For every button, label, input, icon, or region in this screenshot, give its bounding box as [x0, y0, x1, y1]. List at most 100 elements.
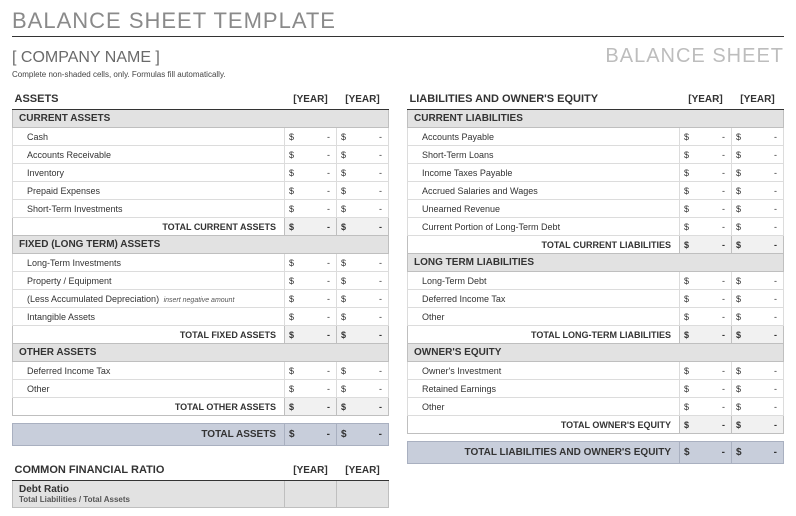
company-name[interactable]: [ COMPANY NAME ] [12, 49, 160, 67]
grand-total-label: TOTAL LIABILITIES AND OWNER'S EQUITY [408, 442, 680, 464]
amount-cell[interactable]: $- [285, 146, 337, 164]
amount-cell[interactable]: $- [732, 308, 784, 326]
line-item: Current Portion of Long-Term Debt [408, 218, 680, 236]
amount-cell[interactable]: $- [337, 182, 389, 200]
amount-cell[interactable]: $- [337, 128, 389, 146]
amount-cell[interactable]: $- [285, 128, 337, 146]
line-item: (Less Accumulated Depreciation) insert n… [13, 290, 285, 308]
amount-cell: $- [680, 236, 732, 254]
amount-cell[interactable]: $- [680, 218, 732, 236]
line-item: Deferred Income Tax [408, 290, 680, 308]
amount-cell[interactable]: $- [285, 164, 337, 182]
ratio-heading: COMMON FINANCIAL RATIO [13, 460, 285, 481]
amount-cell[interactable]: $- [680, 398, 732, 416]
amount-cell: $- [285, 398, 337, 416]
line-item: Deferred Income Tax [13, 362, 285, 380]
amount-cell[interactable]: $- [680, 182, 732, 200]
line-item: Other [408, 398, 680, 416]
instructions: Complete non-shaded cells, only. Formula… [12, 70, 784, 79]
amount-cell: $- [337, 218, 389, 236]
divider [12, 36, 784, 37]
line-item: Short-Term Investments [13, 200, 285, 218]
year-header[interactable]: [YEAR] [732, 89, 784, 110]
amount-cell[interactable]: $- [285, 290, 337, 308]
amount-cell[interactable]: $- [337, 146, 389, 164]
amount-cell[interactable]: $- [337, 290, 389, 308]
amount-cell[interactable]: $- [337, 380, 389, 398]
line-item: Owner's Investment [408, 362, 680, 380]
amount-cell[interactable]: $- [732, 146, 784, 164]
amount-cell[interactable]: $- [732, 128, 784, 146]
amount-cell[interactable]: $- [680, 308, 732, 326]
amount-cell: $- [337, 326, 389, 344]
section-heading: LIABILITIES AND OWNER'S EQUITY [408, 89, 680, 110]
amount-cell[interactable]: $- [285, 254, 337, 272]
amount-cell: $- [285, 218, 337, 236]
amount-cell: $- [732, 416, 784, 434]
ratio-item: Debt Ratio Total Liabilities / Total Ass… [13, 481, 285, 508]
subtotal-label: TOTAL OWNER'S EQUITY [408, 416, 680, 434]
amount-cell: $- [732, 236, 784, 254]
line-item: Unearned Revenue [408, 200, 680, 218]
amount-cell[interactable]: $- [680, 380, 732, 398]
amount-cell: $- [680, 326, 732, 344]
year-header[interactable]: [YEAR] [285, 460, 337, 481]
subtotal-label: TOTAL CURRENT LIABILITIES [408, 236, 680, 254]
amount-cell[interactable]: $- [285, 182, 337, 200]
amount-cell[interactable]: $- [680, 290, 732, 308]
line-item: Inventory [13, 164, 285, 182]
line-item: Accounts Payable [408, 128, 680, 146]
amount-cell[interactable]: $- [285, 380, 337, 398]
line-item: Cash [13, 128, 285, 146]
year-header[interactable]: [YEAR] [337, 460, 389, 481]
amount-cell[interactable]: $- [732, 182, 784, 200]
ratio-value[interactable] [285, 481, 337, 508]
amount-cell[interactable]: $- [680, 200, 732, 218]
amount-cell[interactable]: $- [337, 272, 389, 290]
amount-cell[interactable]: $- [680, 146, 732, 164]
amount-cell[interactable]: $- [337, 362, 389, 380]
balance-sheet-label: BALANCE SHEET [605, 45, 784, 68]
amount-cell[interactable]: $- [680, 362, 732, 380]
amount-cell[interactable]: $- [732, 164, 784, 182]
amount-cell[interactable]: $- [732, 200, 784, 218]
subtotal-label: TOTAL OTHER ASSETS [13, 398, 285, 416]
section-heading: ASSETS [13, 89, 285, 110]
line-item: Short-Term Loans [408, 146, 680, 164]
year-header[interactable]: [YEAR] [680, 89, 732, 110]
amount-cell[interactable]: $- [337, 200, 389, 218]
amount-cell: $- [285, 326, 337, 344]
subsection-header: CURRENT LIABILITIES [408, 110, 784, 128]
amount-cell[interactable]: $- [732, 380, 784, 398]
amount-cell[interactable]: $- [285, 308, 337, 326]
amount-cell[interactable]: $- [732, 398, 784, 416]
amount-cell[interactable]: $- [732, 290, 784, 308]
amount-cell[interactable]: $- [680, 272, 732, 290]
amount-cell: $- [732, 442, 784, 464]
amount-cell[interactable]: $- [285, 272, 337, 290]
amount-cell: $- [680, 442, 732, 464]
assets-column: ASSETS[YEAR][YEAR]CURRENT ASSETSCash$-$-… [12, 89, 389, 508]
amount-cell[interactable]: $- [732, 218, 784, 236]
amount-cell[interactable]: $- [337, 164, 389, 182]
amount-cell[interactable]: $- [732, 362, 784, 380]
amount-cell[interactable]: $- [337, 254, 389, 272]
line-item: Accrued Salaries and Wages [408, 182, 680, 200]
amount-cell: $- [337, 398, 389, 416]
amount-cell[interactable]: $- [285, 200, 337, 218]
ratio-value[interactable] [337, 481, 389, 508]
line-item: Other [408, 308, 680, 326]
subsection-header: OTHER ASSETS [13, 344, 389, 362]
liabilities-column: LIABILITIES AND OWNER'S EQUITY[YEAR][YEA… [407, 89, 784, 508]
grand-total-label: TOTAL ASSETS [13, 424, 285, 446]
amount-cell[interactable]: $- [732, 272, 784, 290]
subtotal-label: TOTAL LONG-TERM LIABILITIES [408, 326, 680, 344]
amount-cell[interactable]: $- [285, 362, 337, 380]
subsection-header: CURRENT ASSETS [13, 110, 389, 128]
amount-cell[interactable]: $- [680, 164, 732, 182]
amount-cell[interactable]: $- [680, 128, 732, 146]
amount-cell[interactable]: $- [337, 308, 389, 326]
year-header[interactable]: [YEAR] [285, 89, 337, 110]
line-item: Prepaid Expenses [13, 182, 285, 200]
year-header[interactable]: [YEAR] [337, 89, 389, 110]
